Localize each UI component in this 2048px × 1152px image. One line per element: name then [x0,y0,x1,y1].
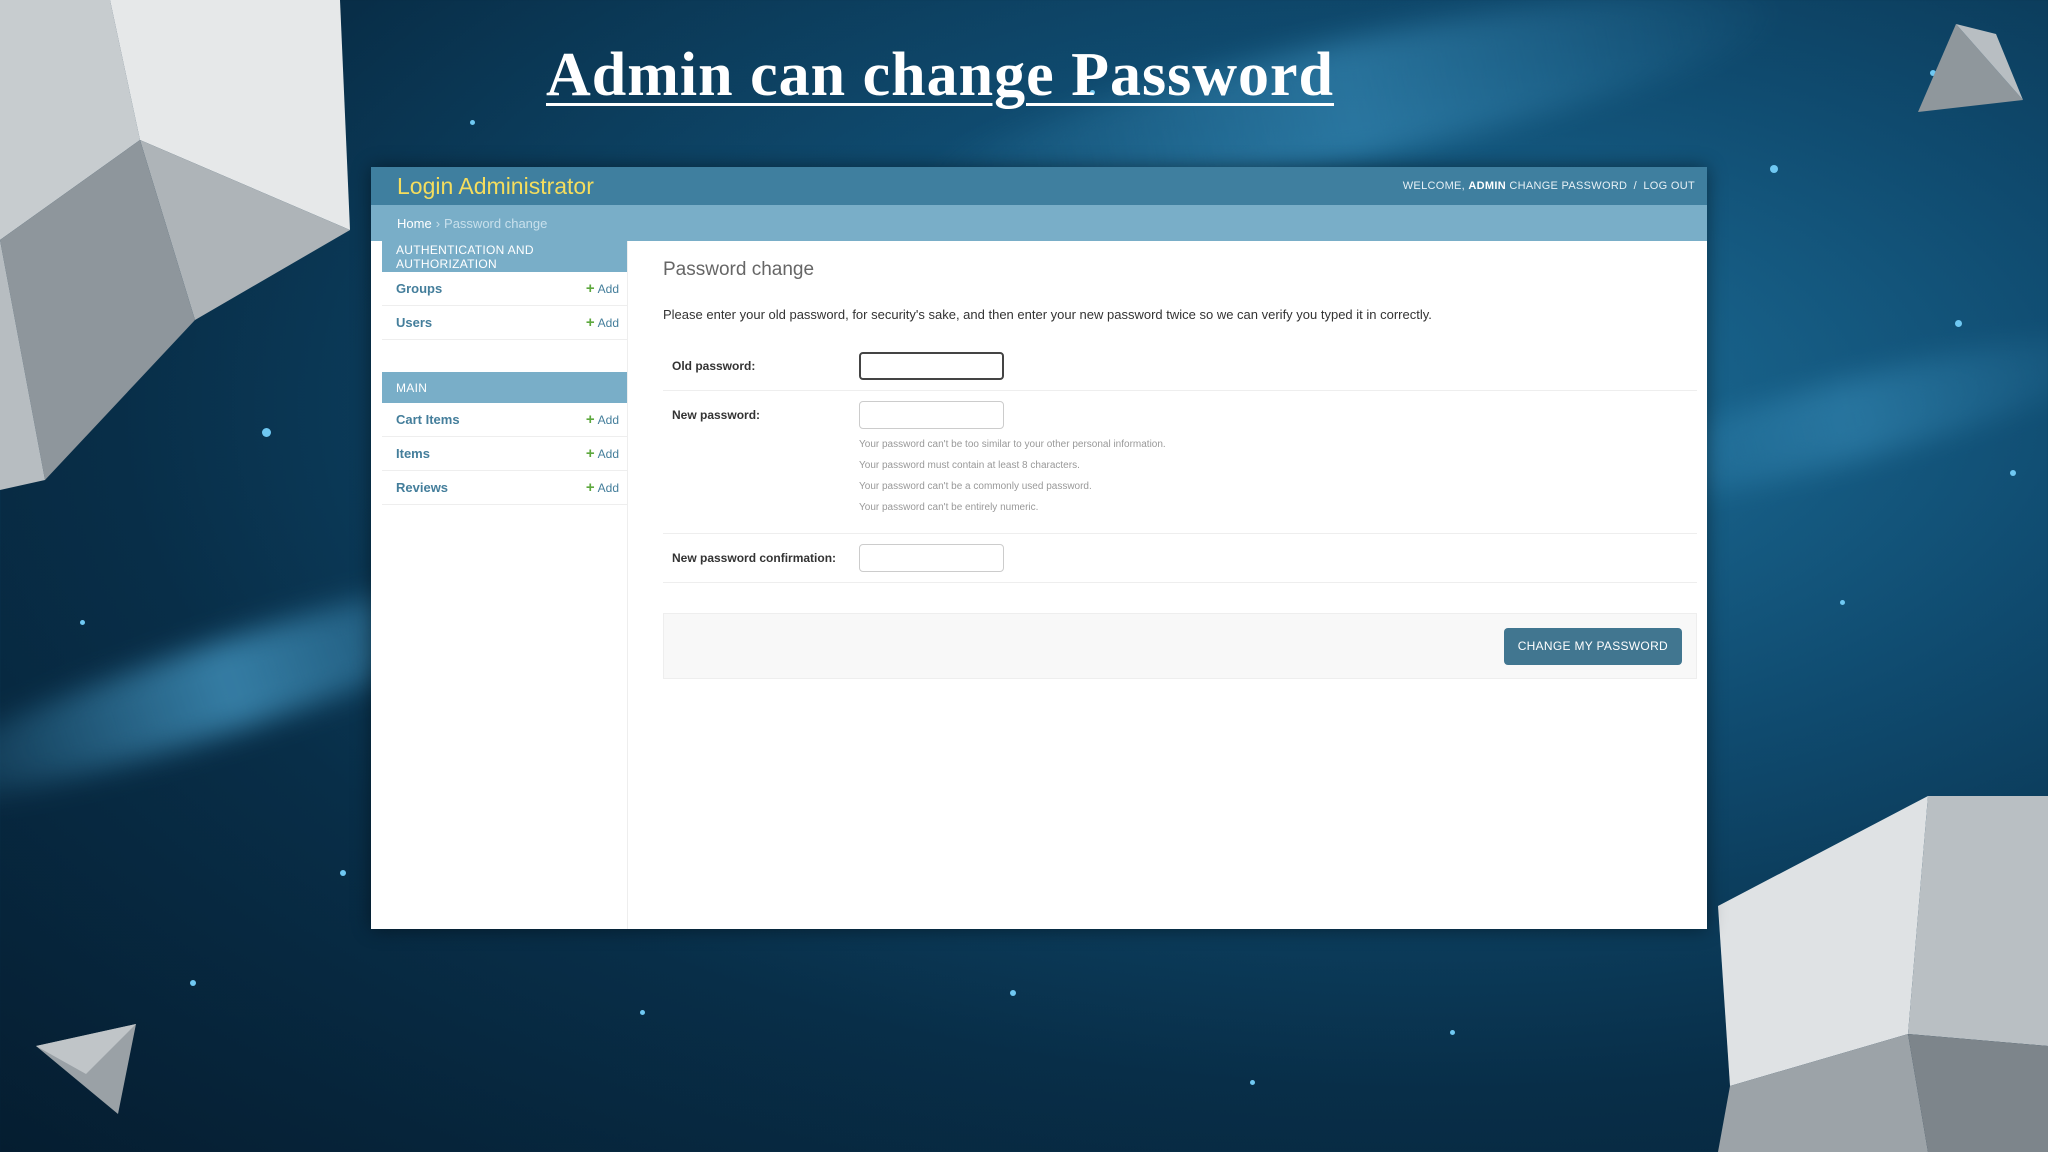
star [1250,1080,1255,1085]
add-label: Add [597,480,619,495]
admin-body: AUTHENTICATION AND AUTHORIZATION Groups … [371,241,1707,929]
new-password-input[interactable] [859,401,1004,429]
module-auth: AUTHENTICATION AND AUTHORIZATION Groups … [382,241,627,340]
polygon-decoration-bottom-left [36,1024,136,1114]
intro-text: Please enter your old password, for secu… [663,307,1432,322]
star [2010,470,2016,476]
breadcrumb-separator: › [435,215,441,231]
confirm-password-label: New password confirmation: [672,551,837,565]
sidebar-item-items: Items + Add [382,437,627,471]
username: ADMIN [1468,180,1506,192]
star [1450,1030,1455,1035]
old-password-input[interactable] [859,352,1004,380]
star [1010,990,1016,996]
main-content: Password change Please enter your old pa… [663,259,1697,679]
add-users-link[interactable]: + Add [586,314,619,331]
polygon-decoration-top-right [1918,24,2023,112]
change-my-password-button[interactable]: CHANGE MY PASSWORD [1503,627,1682,665]
help-item: Your password must contain at least 8 ch… [859,460,1080,471]
form-row-new-password: New password: Your password can't be too… [663,391,1697,534]
model-link-groups[interactable]: Groups [396,281,442,296]
admin-header: Login Administrator WELCOME, ADMIN CHANG… [371,167,1707,205]
model-link-users[interactable]: Users [396,315,432,330]
add-label: Add [597,446,619,461]
add-label: Add [597,315,619,330]
module-caption[interactable]: AUTHENTICATION AND AUTHORIZATION [382,241,627,272]
breadcrumb-home-link[interactable]: Home [397,216,432,231]
field-wrapper: Your password can't be too similar to yo… [859,401,1166,523]
admin-screenshot: Login Administrator WELCOME, ADMIN CHANG… [371,167,1707,929]
star [470,120,475,125]
confirm-password-input[interactable] [859,544,1004,572]
breadcrumb: Home › Password change [371,205,1707,241]
plus-icon: + [585,479,595,496]
site-name[interactable]: Login Administrator [397,173,594,200]
field-wrapper [859,352,1004,380]
sidebar-item-users: Users + Add [382,306,627,340]
form-row-old-password: Old password: [663,342,1697,391]
star [1955,320,1962,327]
star [340,870,346,876]
module-main: MAIN Cart Items + Add Items + Add Reviews … [382,372,627,505]
breadcrumb-current: Password change [444,215,548,231]
add-reviews-link[interactable]: + Add [586,479,619,496]
submit-row: CHANGE MY PASSWORD [663,613,1697,679]
add-label: Add [597,281,619,296]
star [80,620,85,625]
field-wrapper [859,544,1004,572]
sidebar-item-reviews: Reviews + Add [382,471,627,505]
sidebar-item-cart-items: Cart Items + Add [382,403,627,437]
add-items-link[interactable]: + Add [586,445,619,462]
logout-link[interactable]: LOG OUT [1643,180,1695,192]
help-item: Your password can't be a commonly used p… [859,481,1092,492]
star [190,980,196,986]
model-link-cart-items[interactable]: Cart Items [396,412,460,427]
old-password-label: Old password: [672,359,756,373]
help-item: Your password can't be entirely numeric. [859,502,1039,513]
user-tools: WELCOME, ADMIN CHANGE PASSWORD / LOG OUT [1403,180,1695,192]
add-label: Add [597,412,619,427]
welcome-text: WELCOME, [1402,180,1466,192]
plus-icon: + [585,445,595,462]
sidebar: AUTHENTICATION AND AUTHORIZATION Groups … [371,241,628,929]
add-groups-link[interactable]: + Add [586,280,619,297]
star [1840,600,1845,605]
model-link-items[interactable]: Items [396,446,430,461]
help-item: Your password can't be too similar to yo… [859,439,1166,450]
star [640,1010,645,1015]
add-cart-items-link[interactable]: + Add [586,411,619,428]
polygon-decoration-top-left [0,0,350,490]
password-help-list: Your password can't be too similar to yo… [859,439,1166,513]
page-title: Password change [663,259,815,280]
user-tools-separator: / [1633,180,1638,192]
sidebar-item-groups: Groups + Add [382,272,627,306]
star [1770,165,1778,173]
slide-title: Admin can change Password [546,41,1335,109]
plus-icon: + [585,280,595,297]
change-password-link[interactable]: CHANGE PASSWORD [1509,180,1627,192]
plus-icon: + [585,314,595,331]
form-row-confirm-password: New password confirmation: [663,534,1697,583]
polygon-decoration-bottom-right [1718,796,2048,1152]
plus-icon: + [585,411,595,428]
module-caption[interactable]: MAIN [382,372,627,403]
new-password-label: New password: [672,408,761,422]
model-link-reviews[interactable]: Reviews [396,480,448,495]
